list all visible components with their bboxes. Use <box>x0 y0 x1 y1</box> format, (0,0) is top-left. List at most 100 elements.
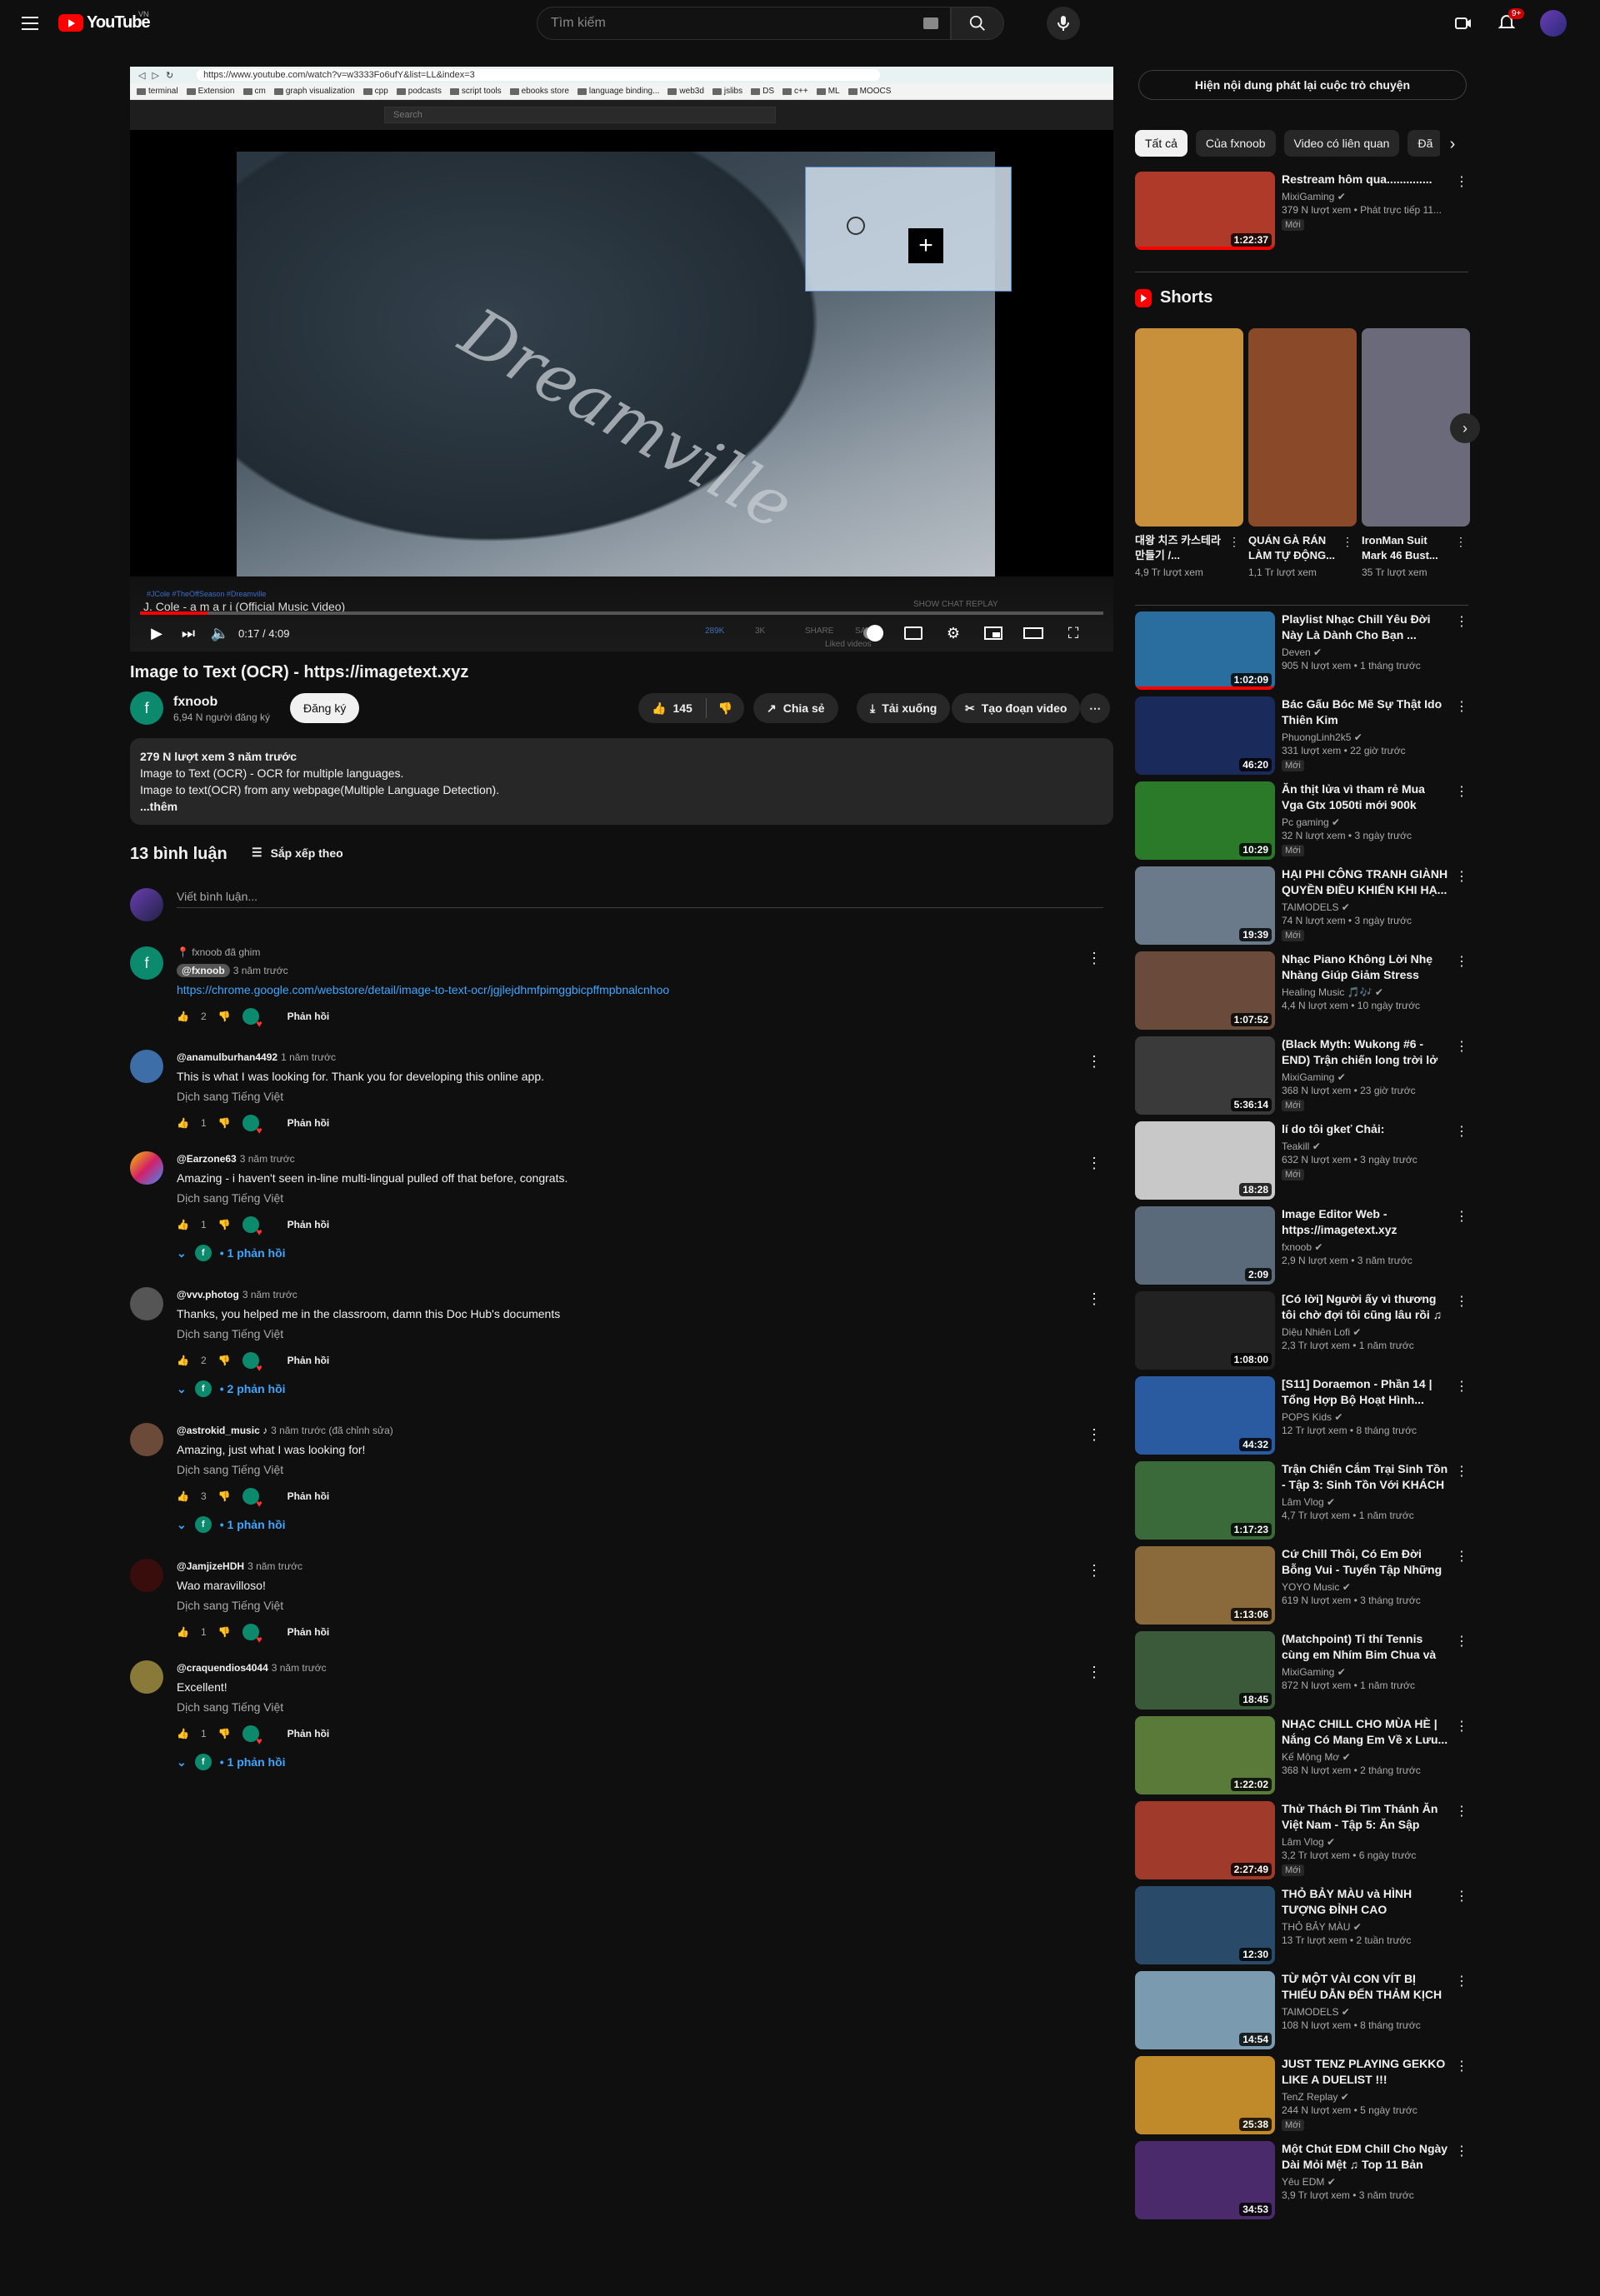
bookmark-item[interactable]: ebooks store <box>510 87 569 96</box>
short-title[interactable]: QUÁN GÀ RÁN LÀM TỰ ĐỘNG... <box>1248 533 1340 563</box>
account-avatar[interactable] <box>1540 10 1567 37</box>
video-title[interactable]: THỎ BẢY MÀU và HÌNH TƯỢNG ĐỈNH CAO <box>1282 1886 1448 1918</box>
show-more-link[interactable]: ...thêm <box>140 798 1103 815</box>
bookmark-item[interactable]: c++ <box>782 87 808 96</box>
short-menu-icon[interactable]: ⋮ <box>1455 535 1467 549</box>
translate-link[interactable]: Dịch sang Tiếng Việt <box>177 1599 1077 1612</box>
commenter-avatar[interactable] <box>130 1151 163 1185</box>
channel-name[interactable]: Yêu EDM ✔ <box>1282 2176 1448 2188</box>
bookmark-item[interactable]: graph visualization <box>274 87 355 96</box>
volume-icon[interactable]: 🔈 <box>210 623 230 643</box>
recommended-video[interactable]: 44:32 [S11] Doraemon - Phần 14 | Tổng Hợp… <box>1135 1376 1468 1455</box>
reply-button[interactable]: Phản hồi <box>288 1219 330 1230</box>
short-menu-icon[interactable]: ⋮ <box>1228 535 1240 549</box>
channel-name[interactable]: YOYO Music ✔ <box>1282 1581 1448 1593</box>
recommended-video[interactable]: 18:28 lí do tôi gkeť Chải: Teakill ✔ 632 N … <box>1135 1121 1468 1200</box>
video-menu-icon[interactable]: ⋮ <box>1455 1208 1468 1225</box>
view-replies-button[interactable]: ⌄ f • 1 phản hồi <box>177 1245 1077 1261</box>
comment-menu-icon[interactable]: ⋮ <box>1087 1290 1102 1308</box>
video-menu-icon[interactable]: ⋮ <box>1455 1973 1468 1989</box>
short-thumbnail[interactable] <box>1135 328 1243 527</box>
video-frame[interactable]: Dreamville + <box>130 152 1113 576</box>
video-menu-icon[interactable]: ⋮ <box>1455 1123 1468 1140</box>
voice-search-button[interactable] <box>1047 7 1080 40</box>
video-thumbnail[interactable]: 1:22:37 <box>1135 172 1275 250</box>
comment-menu-icon[interactable]: ⋮ <box>1087 950 1102 967</box>
video-thumbnail[interactable]: 2:27:49 <box>1135 1801 1275 1879</box>
video-menu-icon[interactable]: ⋮ <box>1455 1548 1468 1565</box>
chip-3[interactable]: Đã <box>1408 130 1443 157</box>
comment-author[interactable]: @vvv.photog <box>177 1289 239 1300</box>
comment-time[interactable]: 3 năm trước <box>272 1662 327 1674</box>
menu-icon[interactable] <box>18 12 42 35</box>
video-menu-icon[interactable]: ⋮ <box>1455 1633 1468 1650</box>
video-title[interactable]: Ăn thịt lửa vì tham rẻ Mua Vga Gtx 1050t… <box>1282 781 1448 813</box>
reply-button[interactable]: Phản hồi <box>288 1728 330 1739</box>
sort-button[interactable]: ☰ Sắp xếp theo <box>252 846 343 860</box>
channel-name[interactable]: MixiGaming ✔ <box>1282 191 1448 202</box>
video-menu-icon[interactable]: ⋮ <box>1455 783 1468 800</box>
video-title[interactable]: [S11] Doraemon - Phần 14 | Tổng Hợp Bộ H… <box>1282 1376 1448 1408</box>
view-replies-button[interactable]: ⌄ f • 2 phản hồi <box>177 1380 1077 1397</box>
comment-menu-icon[interactable]: ⋮ <box>1087 1562 1102 1580</box>
bookmark-item[interactable]: cpp <box>363 87 388 96</box>
notifications-button[interactable]: 9+ <box>1497 7 1525 36</box>
comment-menu-icon[interactable]: ⋮ <box>1087 1426 1102 1444</box>
chevron-right-icon[interactable]: › <box>1440 132 1465 157</box>
thumbs-down-icon[interactable]: 👎 <box>218 1728 231 1739</box>
video-title[interactable]: TỪ MỘT VÀI CON VÍT BỊ THIẾU DẪN ĐẾN THẢM… <box>1282 1971 1448 2003</box>
recommended-video[interactable]: 34:53 Một Chút EDM Chill Cho Ngày Dài Mỏi… <box>1135 2141 1468 2219</box>
commenter-avatar[interactable] <box>130 1559 163 1592</box>
comment-author[interactable]: @craquendios4044 <box>177 1662 268 1674</box>
bookmark-item[interactable]: Extension <box>187 87 235 96</box>
short-item[interactable]: 대왕 치즈 카스테라 만들기 /... 4,9 Tr lượt xem ⋮ <box>1135 328 1243 578</box>
video-menu-icon[interactable]: ⋮ <box>1455 1378 1468 1395</box>
thumbs-up-icon[interactable]: 👍 <box>177 1355 189 1366</box>
short-title[interactable]: IronMan Suit Mark 46 Bust... <box>1362 533 1453 563</box>
bookmark-item[interactable]: language binding... <box>578 87 660 96</box>
comment-menu-icon[interactable]: ⋮ <box>1087 1155 1102 1172</box>
video-title[interactable]: JUST TENZ PLAYING GEKKO LIKE A DUELIST !… <box>1282 2056 1448 2088</box>
channel-name[interactable]: fxnoob ✔ <box>1282 1241 1448 1253</box>
reply-button[interactable]: Phản hồi <box>288 1117 330 1129</box>
comment-link[interactable]: https://chrome.google.com/webstore/detai… <box>177 983 1077 996</box>
channel-name[interactable]: MixiGaming ✔ <box>1282 1071 1448 1083</box>
video-title[interactable]: Trận Chiến Cắm Trại Sinh Tồn - Tập 3: Si… <box>1282 1461 1448 1493</box>
video-thumbnail[interactable]: 44:32 <box>1135 1376 1275 1455</box>
video-title[interactable]: (Matchpoint) Tỉ thí Tennis cùng em Nhím … <box>1282 1631 1448 1663</box>
reply-button[interactable]: Phản hồi <box>288 1355 330 1366</box>
bookmark-item[interactable]: cm <box>243 87 266 96</box>
comment-input[interactable]: Viết bình luận... <box>177 886 1103 908</box>
video-thumbnail[interactable]: 46:20 <box>1135 696 1275 775</box>
fullscreen-icon[interactable]: ⛶ <box>1063 623 1083 643</box>
video-title[interactable]: HẠI PHI CÔNG TRANH GIÀNH QUYỀN ĐIỀU KHIỂ… <box>1282 866 1448 898</box>
video-menu-icon[interactable]: ⋮ <box>1455 1888 1468 1904</box>
commenter-avatar[interactable]: f <box>130 946 163 980</box>
comment-time[interactable]: 3 năm trước (đã chỉnh sửa) <box>271 1425 393 1436</box>
channel-name[interactable]: TAIMODELS ✔ <box>1282 2006 1448 2018</box>
channel-avatar[interactable]: f <box>130 691 163 725</box>
download-button[interactable]: ⤓ Tải xuống <box>857 693 951 723</box>
thumbs-down-icon[interactable]: 👎 <box>218 1219 231 1230</box>
recommended-video[interactable]: 14:54 TỪ MỘT VÀI CON VÍT BỊ THIẾU DẪN ĐẾN… <box>1135 1971 1468 2049</box>
short-title[interactable]: 대왕 치즈 카스테라 만들기 /... <box>1135 533 1227 563</box>
channel-name[interactable]: Diệu Nhiên Lofi ✔ <box>1282 1326 1448 1338</box>
bookmark-item[interactable]: terminal <box>137 87 178 96</box>
recommended-video[interactable]: 12:30 THỎ BẢY MÀU và HÌNH TƯỢNG ĐỈNH CAO T… <box>1135 1886 1468 1964</box>
video-title[interactable]: lí do tôi gkeť Chải: <box>1282 1121 1448 1137</box>
video-menu-icon[interactable]: ⋮ <box>1455 1803 1468 1819</box>
play-icon[interactable]: ▶ <box>147 623 167 643</box>
translate-link[interactable]: Dịch sang Tiếng Việt <box>177 1327 1077 1340</box>
channel-name[interactable]: TenZ Replay ✔ <box>1282 2091 1448 2103</box>
thumbs-down-icon[interactable]: 👎 <box>218 1626 231 1638</box>
comment-time[interactable]: 3 năm trước <box>242 1289 298 1300</box>
recommended-video[interactable]: 18:45 (Matchpoint) Tỉ thí Tennis cùng em … <box>1135 1631 1468 1710</box>
bookmark-item[interactable]: jslibs <box>712 87 742 96</box>
recommended-video[interactable]: 1:02:09 Playlist Nhạc Chill Yêu Đời Này L… <box>1135 611 1468 690</box>
video-thumbnail[interactable]: 34:53 <box>1135 2141 1275 2219</box>
video-thumbnail[interactable]: 1:02:09 <box>1135 611 1275 690</box>
commenter-avatar[interactable] <box>130 1050 163 1083</box>
channel-name[interactable]: POPS Kids ✔ <box>1282 1411 1448 1423</box>
video-menu-icon[interactable]: ⋮ <box>1455 868 1468 885</box>
commenter-avatar[interactable] <box>130 1287 163 1320</box>
